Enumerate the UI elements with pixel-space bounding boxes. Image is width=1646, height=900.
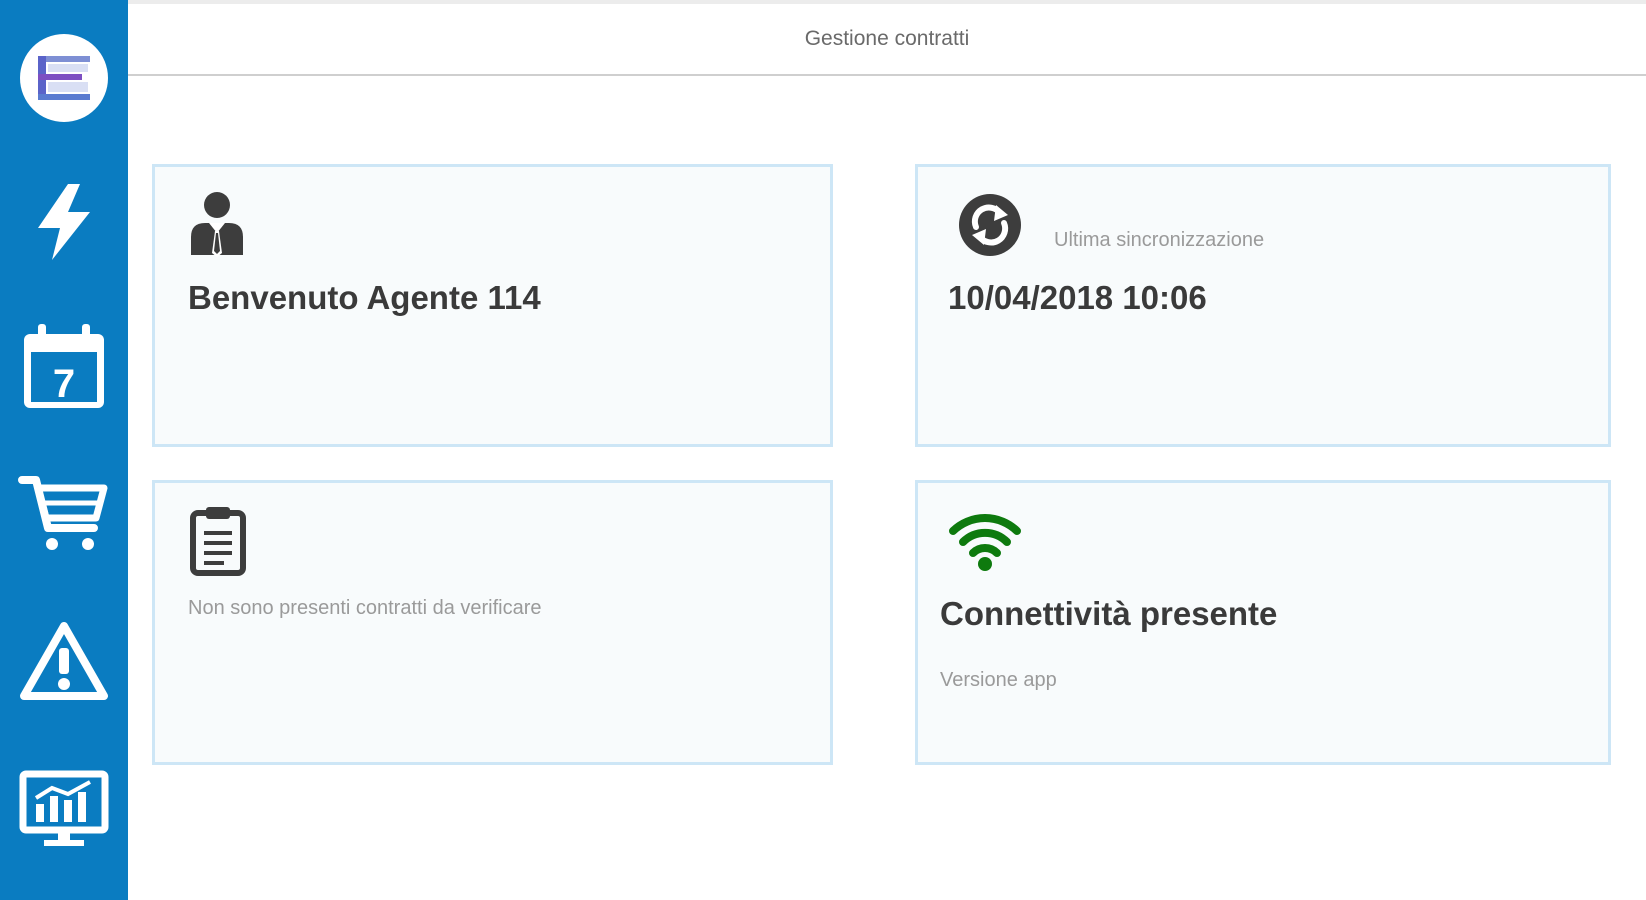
welcome-text: Benvenuto Agente 114 — [188, 279, 541, 316]
sync-label: Ultima sincronizzazione — [1054, 229, 1265, 251]
sidebar-item-quick-actions[interactable] — [14, 172, 114, 272]
sidebar-item-logo[interactable] — [14, 28, 114, 128]
svg-text:7: 7 — [53, 362, 75, 406]
app-logo-icon — [20, 34, 108, 122]
sync-card: Ultima sincronizzazione 10/04/2018 10:06 — [915, 164, 1611, 447]
sidebar-item-cart[interactable] — [14, 462, 114, 562]
lightning-icon — [38, 184, 90, 260]
sidebar: 7 — [0, 0, 128, 900]
header: Gestione contratti — [128, 4, 1646, 76]
sidebar-item-calendar[interactable]: 7 — [14, 318, 114, 418]
contracts-message: Non sono presenti contratti da verificar… — [188, 597, 542, 619]
connectivity-status: Connettività presente — [940, 595, 1278, 632]
shopping-cart-icon — [18, 476, 108, 550]
sidebar-item-reports[interactable] — [14, 760, 114, 860]
calendar-icon: 7 — [24, 324, 104, 408]
monitor-chart-icon — [19, 770, 109, 846]
app-version-label: Versione app — [940, 669, 1057, 691]
sidebar-item-alerts[interactable] — [14, 612, 114, 712]
sync-icon[interactable] — [958, 193, 1022, 257]
warning-icon — [20, 622, 108, 700]
welcome-card: Benvenuto Agente 114 — [152, 164, 833, 447]
page-title: Gestione contratti — [804, 27, 970, 50]
wifi-icon — [949, 514, 1021, 571]
sync-datetime: 10/04/2018 10:06 — [948, 279, 1207, 316]
agent-icon — [191, 192, 243, 257]
connectivity-card: Connettività presente Versione app — [915, 480, 1611, 765]
contracts-card: Non sono presenti contratti da verificar… — [152, 480, 833, 765]
clipboard-icon — [190, 507, 246, 576]
app-window: 7 Gestione contratti Benvenuto Agente 11… — [0, 0, 1646, 900]
